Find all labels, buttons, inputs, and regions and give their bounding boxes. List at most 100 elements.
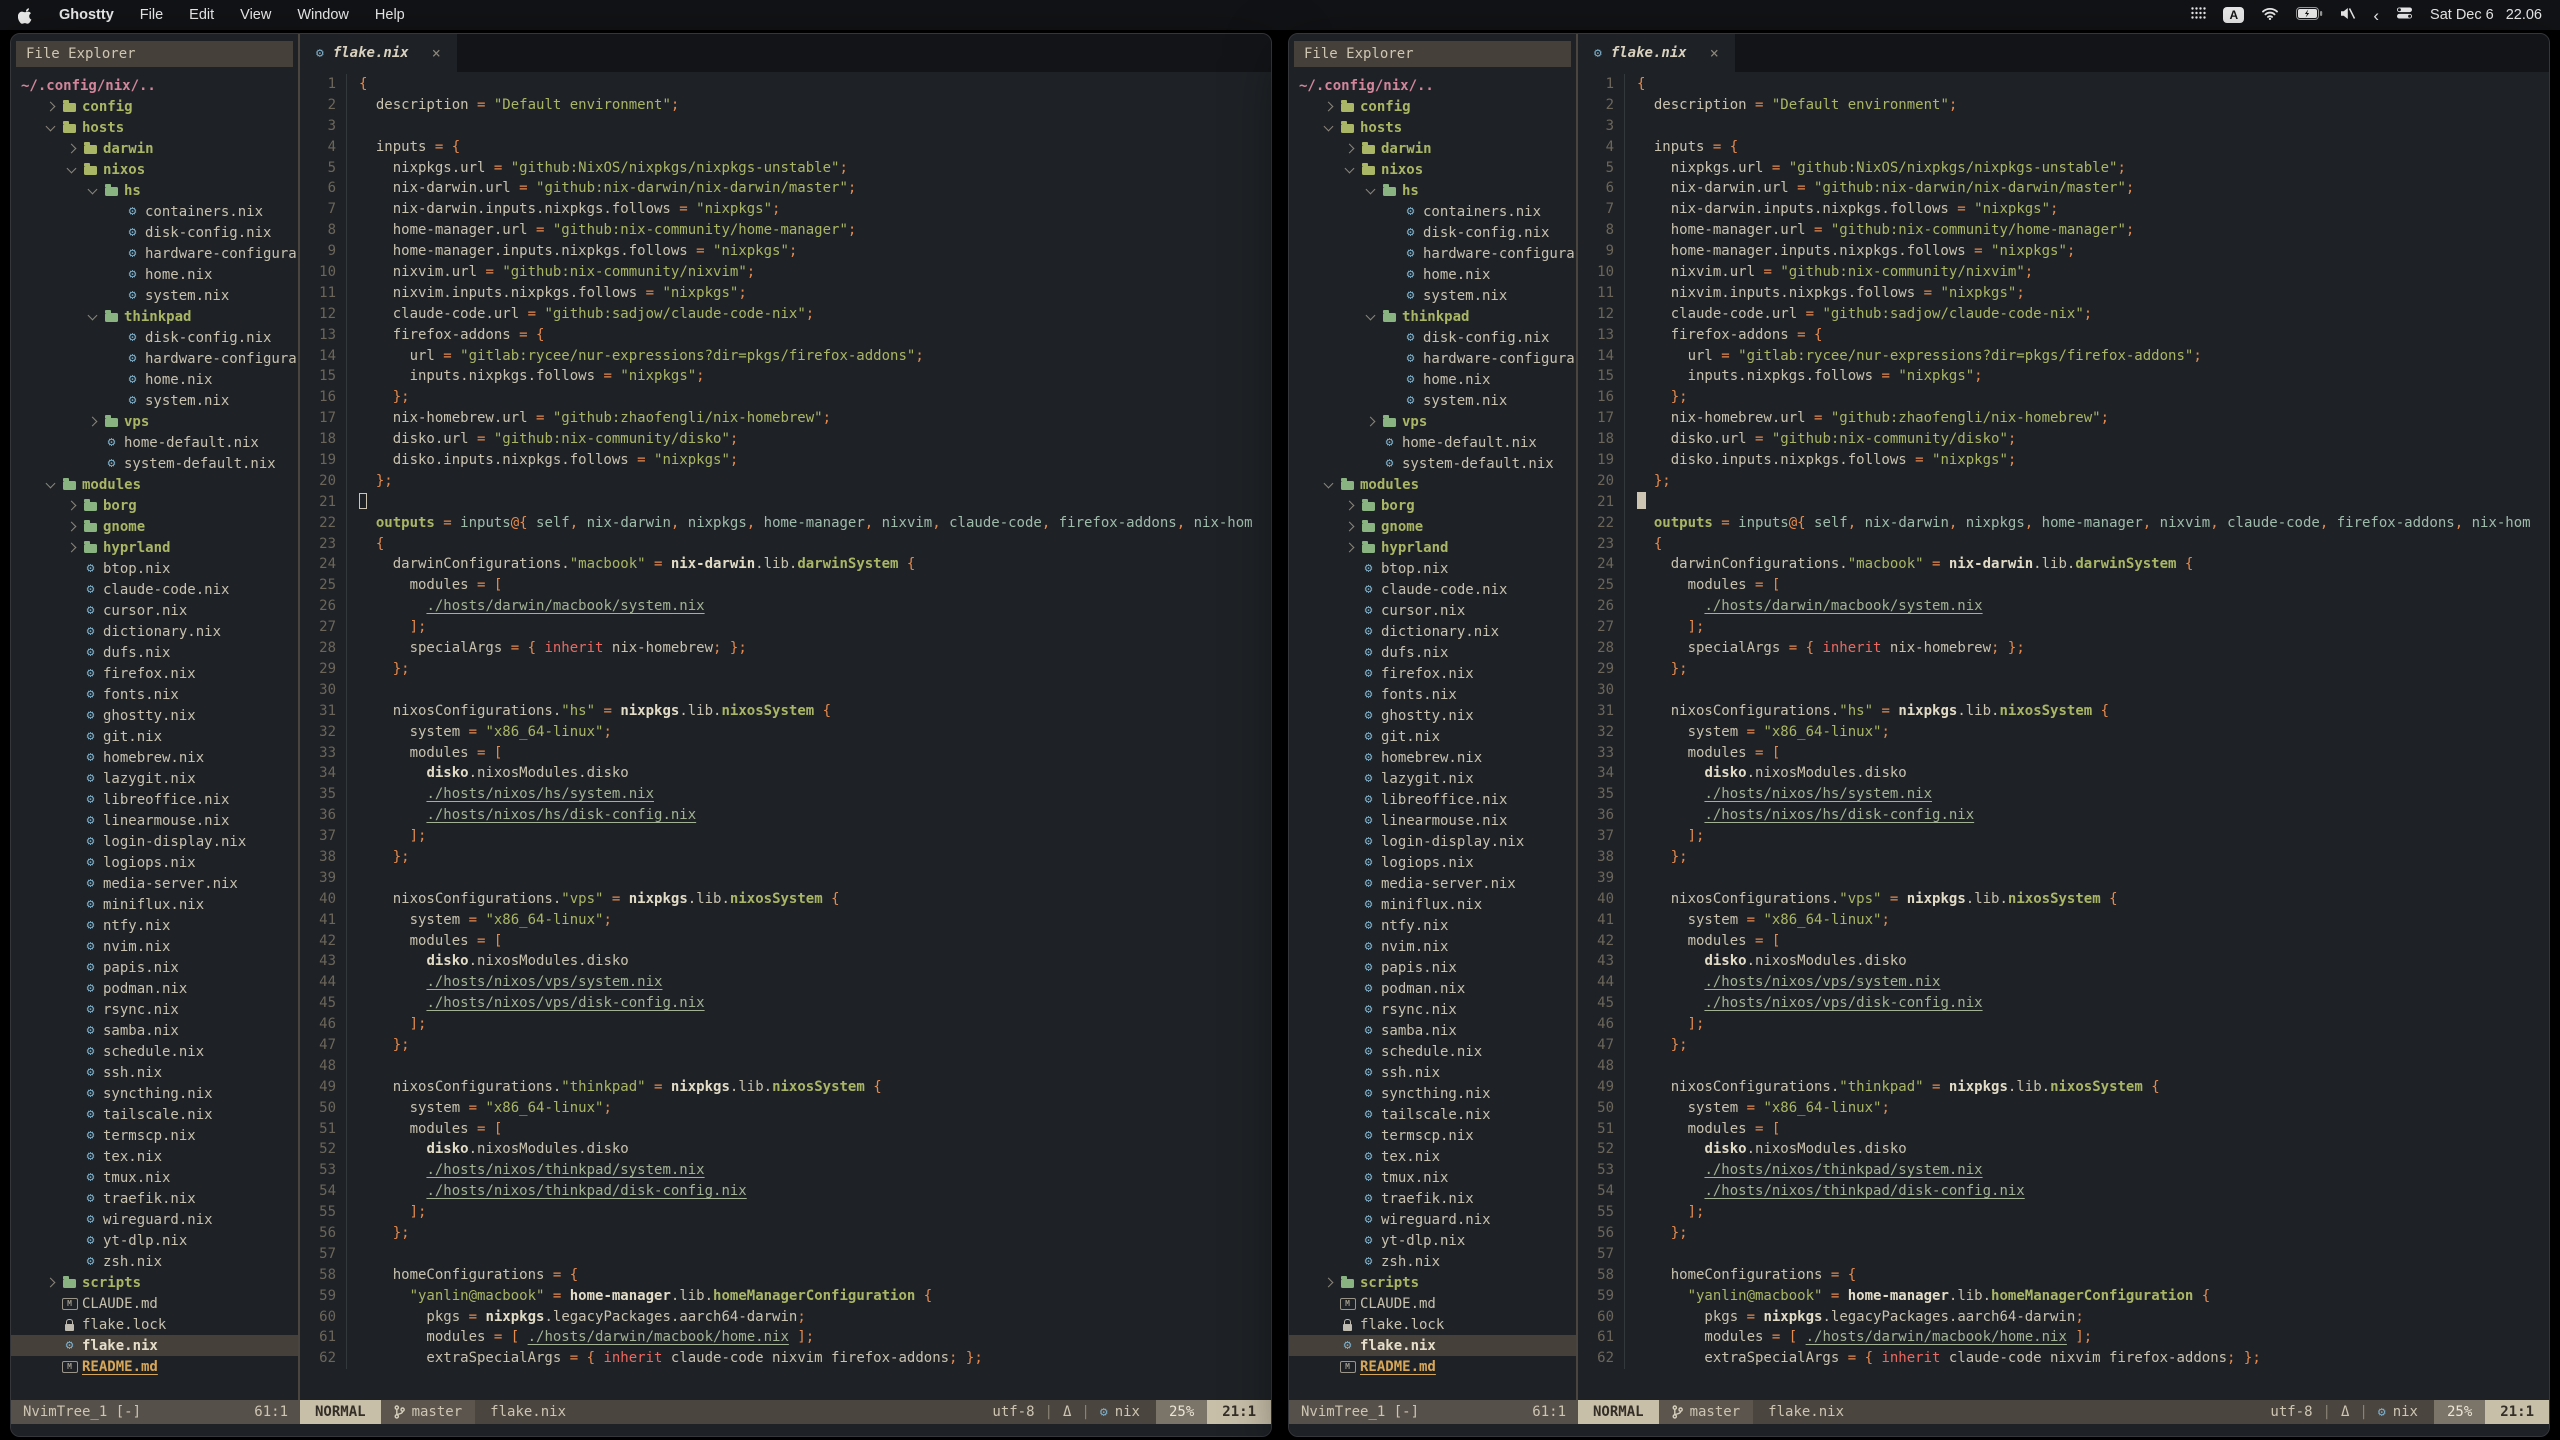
code-line[interactable]: 32 system = "x86_64-linux"; — [300, 722, 1271, 743]
tree-item-home-default-nix[interactable]: ⚙home-default.nix — [11, 432, 298, 453]
code-line[interactable]: 8 home-manager.url = "github:nix-communi… — [300, 220, 1271, 241]
tree-item-samba-nix[interactable]: ⚙samba.nix — [11, 1020, 298, 1041]
code-line[interactable]: 25 modules = [ — [1578, 575, 2549, 596]
code-line[interactable]: 59 "yanlin@macbook" = home-manager.lib.h… — [1578, 1286, 2549, 1307]
code-line[interactable]: 55 ]; — [300, 1202, 1271, 1223]
code-line[interactable]: 11 nixvim.inputs.nixpkgs.follows = "nixp… — [1578, 283, 2549, 304]
tree-item-darwin[interactable]: darwin — [11, 138, 298, 159]
tree-item-podman-nix[interactable]: ⚙podman.nix — [11, 978, 298, 999]
code-line[interactable]: 56 }; — [300, 1223, 1271, 1244]
code-line[interactable]: 47 }; — [300, 1035, 1271, 1056]
code-line[interactable]: 5 nixpkgs.url = "github:NixOS/nixpkgs/ni… — [300, 158, 1271, 179]
tree-item-thinkpad[interactable]: thinkpad — [1289, 306, 1576, 327]
tree-item-lazygit-nix[interactable]: ⚙lazygit.nix — [1289, 768, 1576, 789]
code-line[interactable]: 4 inputs = { — [1578, 137, 2549, 158]
code-line[interactable]: 12 claude-code.url = "github:sadjow/clau… — [300, 304, 1271, 325]
tab-flake-nix[interactable]: ⚙ flake.nix × — [1578, 34, 1735, 72]
code-line[interactable]: 30 — [300, 680, 1271, 701]
menu-item-view[interactable]: View — [240, 7, 271, 23]
code-line[interactable]: 43 disko.nixosModules.disko — [300, 951, 1271, 972]
tree-item-zsh-nix[interactable]: ⚙zsh.nix — [11, 1251, 298, 1272]
tree-item-traefik-nix[interactable]: ⚙traefik.nix — [11, 1188, 298, 1209]
tree-item-fonts-nix[interactable]: ⚙fonts.nix — [11, 684, 298, 705]
code-line[interactable]: 34 disko.nixosModules.disko — [300, 763, 1271, 784]
code-line[interactable]: 28 specialArgs = { inherit nix-homebrew;… — [300, 638, 1271, 659]
tree-item-tmux-nix[interactable]: ⚙tmux.nix — [11, 1167, 298, 1188]
tree-item-miniflux-nix[interactable]: ⚙miniflux.nix — [1289, 894, 1576, 915]
tree-item-system-nix[interactable]: ⚙system.nix — [11, 390, 298, 411]
tree-item-cursor-nix[interactable]: ⚙cursor.nix — [1289, 600, 1576, 621]
tree-item-flake-lock[interactable]: flake.lock — [11, 1314, 298, 1335]
tree-item-ghostty-nix[interactable]: ⚙ghostty.nix — [1289, 705, 1576, 726]
code-line[interactable]: 18 disko.url = "github:nix-community/dis… — [1578, 429, 2549, 450]
tree-item-home-nix[interactable]: ⚙home.nix — [11, 369, 298, 390]
code-line[interactable]: 55 ]; — [1578, 1202, 2549, 1223]
code-line[interactable]: 40 nixosConfigurations."vps" = nixpkgs.l… — [300, 889, 1271, 910]
tree-item-samba-nix[interactable]: ⚙samba.nix — [1289, 1020, 1576, 1041]
tree-item-schedule-nix[interactable]: ⚙schedule.nix — [11, 1041, 298, 1062]
tree-item-darwin[interactable]: darwin — [1289, 138, 1576, 159]
code-line[interactable]: 31 nixosConfigurations."hs" = nixpkgs.li… — [1578, 701, 2549, 722]
code-line[interactable]: 19 disko.inputs.nixpkgs.follows = "nixpk… — [1578, 450, 2549, 471]
tree-item-nvim-nix[interactable]: ⚙nvim.nix — [1289, 936, 1576, 957]
chevron-left-icon[interactable]: ‹ — [2373, 7, 2379, 24]
volume-muted-icon[interactable] — [2340, 7, 2356, 24]
code-line[interactable]: 14 url = "gitlab:rycee/nur-expressions?d… — [1578, 346, 2549, 367]
tree-item-fonts-nix[interactable]: ⚙fonts.nix — [1289, 684, 1576, 705]
code-line[interactable]: 9 home-manager.inputs.nixpkgs.follows = … — [1578, 241, 2549, 262]
tree-item-tmux-nix[interactable]: ⚙tmux.nix — [1289, 1167, 1576, 1188]
tree-item-scripts[interactable]: scripts — [11, 1272, 298, 1293]
tree-item-claude-code-nix[interactable]: ⚙claude-code.nix — [1289, 579, 1576, 600]
tree-item-system-default-nix[interactable]: ⚙system-default.nix — [1289, 453, 1576, 474]
code-line[interactable]: 8 home-manager.url = "github:nix-communi… — [1578, 220, 2549, 241]
code-line[interactable]: 50 system = "x86_64-linux"; — [1578, 1098, 2549, 1119]
tree-item-ntfy-nix[interactable]: ⚙ntfy.nix — [11, 915, 298, 936]
code-line[interactable]: 13 firefox-addons = { — [1578, 325, 2549, 346]
code-line[interactable]: 37 ]; — [1578, 826, 2549, 847]
tree-item-vps[interactable]: vps — [1289, 411, 1576, 432]
code-line[interactable]: 5 nixpkgs.url = "github:NixOS/nixpkgs/ni… — [1578, 158, 2549, 179]
code-line[interactable]: 6 nix-darwin.url = "github:nix-darwin/ni… — [1578, 178, 2549, 199]
tree-item-git-nix[interactable]: ⚙git.nix — [11, 726, 298, 747]
code-line[interactable]: 31 nixosConfigurations."hs" = nixpkgs.li… — [300, 701, 1271, 722]
tree-item-hosts[interactable]: hosts — [1289, 117, 1576, 138]
code-line[interactable]: 16 }; — [1578, 387, 2549, 408]
code-line[interactable]: 58 homeConfigurations = { — [300, 1265, 1271, 1286]
code-line[interactable]: 45 ./hosts/nixos/vps/disk-config.nix — [1578, 993, 2549, 1014]
code-line[interactable]: 24 darwinConfigurations."macbook" = nix-… — [1578, 554, 2549, 575]
code-line[interactable]: 3 — [1578, 116, 2549, 137]
code-line[interactable]: 7 nix-darwin.inputs.nixpkgs.follows = "n… — [1578, 199, 2549, 220]
tree-item-containers-nix[interactable]: ⚙containers.nix — [1289, 201, 1576, 222]
tree-item-syncthing-nix[interactable]: ⚙syncthing.nix — [1289, 1083, 1576, 1104]
tree-item-claude-md[interactable]: MCLAUDE.md — [1289, 1293, 1576, 1314]
code-line[interactable]: 18 disko.url = "github:nix-community/dis… — [300, 429, 1271, 450]
tree-item-syncthing-nix[interactable]: ⚙syncthing.nix — [11, 1083, 298, 1104]
code-line[interactable]: 53 ./hosts/nixos/thinkpad/system.nix — [300, 1160, 1271, 1181]
code-line[interactable]: 60 pkgs = nixpkgs.legacyPackages.aarch64… — [300, 1307, 1271, 1328]
tree-item-home-nix[interactable]: ⚙home.nix — [1289, 264, 1576, 285]
tree-item-media-server-nix[interactable]: ⚙media-server.nix — [11, 873, 298, 894]
code-line[interactable]: 27 ]; — [1578, 617, 2549, 638]
code-line[interactable]: 16 }; — [300, 387, 1271, 408]
tree-item-system-nix[interactable]: ⚙system.nix — [1289, 285, 1576, 306]
code-line[interactable]: 61 modules = [ ./hosts/darwin/macbook/ho… — [300, 1327, 1271, 1348]
code-line[interactable]: 6 nix-darwin.url = "github:nix-darwin/ni… — [300, 178, 1271, 199]
code-line[interactable]: 20 }; — [300, 471, 1271, 492]
code-line[interactable]: 43 disko.nixosModules.disko — [1578, 951, 2549, 972]
tree-item-readme-md[interactable]: MREADME.md — [1289, 1356, 1576, 1377]
code-line[interactable]: 23 { — [300, 534, 1271, 555]
tree-item-system-nix[interactable]: ⚙system.nix — [1289, 390, 1576, 411]
code-line[interactable]: 38 }; — [1578, 847, 2549, 868]
tree-item-wireguard-nix[interactable]: ⚙wireguard.nix — [11, 1209, 298, 1230]
tree-root-path[interactable]: ~/.config/nix/.. — [1289, 75, 1576, 96]
tree-item-config[interactable]: config — [1289, 96, 1576, 117]
code-line[interactable]: 4 inputs = { — [300, 137, 1271, 158]
tree-item-modules[interactable]: modules — [1289, 474, 1576, 495]
tree-item-claude-code-nix[interactable]: ⚙claude-code.nix — [11, 579, 298, 600]
code-line[interactable]: 24 darwinConfigurations."macbook" = nix-… — [300, 554, 1271, 575]
code-line[interactable]: 32 system = "x86_64-linux"; — [1578, 722, 2549, 743]
code-line[interactable]: 10 nixvim.url = "github:nix-community/ni… — [1578, 262, 2549, 283]
tree-item-traefik-nix[interactable]: ⚙traefik.nix — [1289, 1188, 1576, 1209]
tree-item-yt-dlp-nix[interactable]: ⚙yt-dlp.nix — [11, 1230, 298, 1251]
tree-item-ssh-nix[interactable]: ⚙ssh.nix — [1289, 1062, 1576, 1083]
